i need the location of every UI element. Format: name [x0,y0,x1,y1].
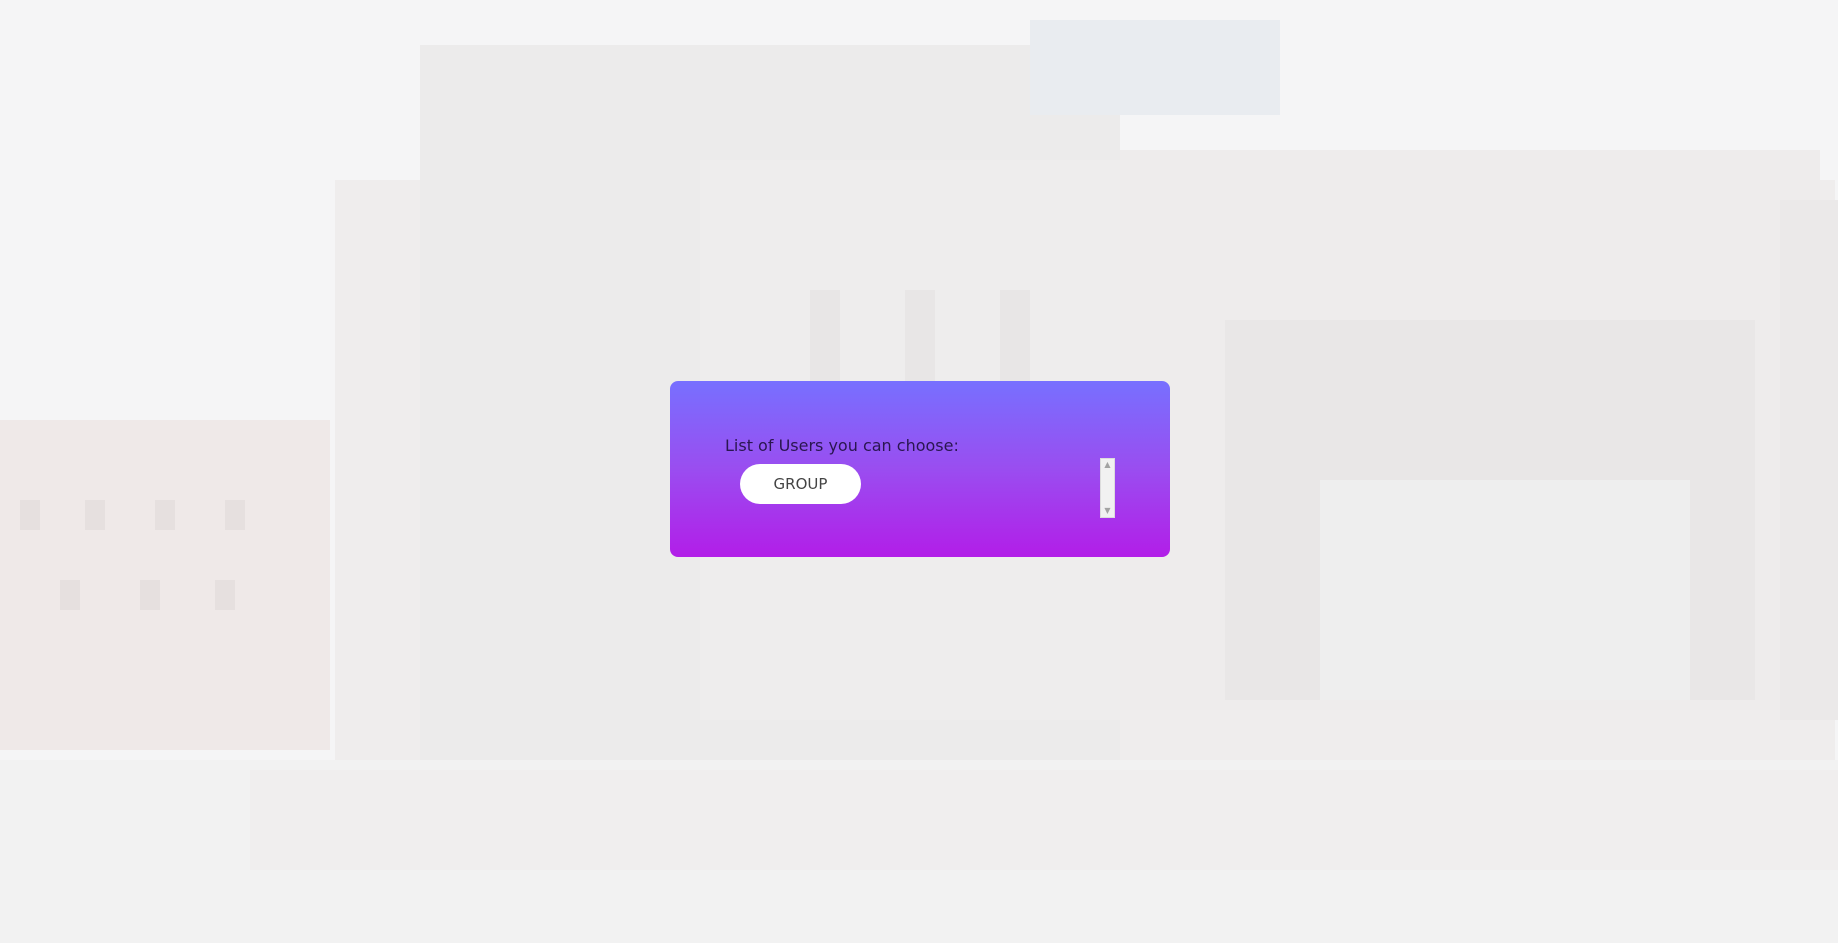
scroll-down-arrow-icon[interactable]: ▼ [1101,505,1114,517]
scroll-up-arrow-icon[interactable]: ▲ [1101,459,1114,471]
group-button[interactable]: GROUP [740,464,861,504]
users-list: GROUP [740,464,1130,526]
users-list-scrollbar[interactable]: ▲ ▼ [1100,458,1115,518]
user-selection-dialog: List of Users you can choose: GROUP ▲ ▼ [670,381,1170,557]
users-list-label: List of Users you can choose: [725,436,959,455]
